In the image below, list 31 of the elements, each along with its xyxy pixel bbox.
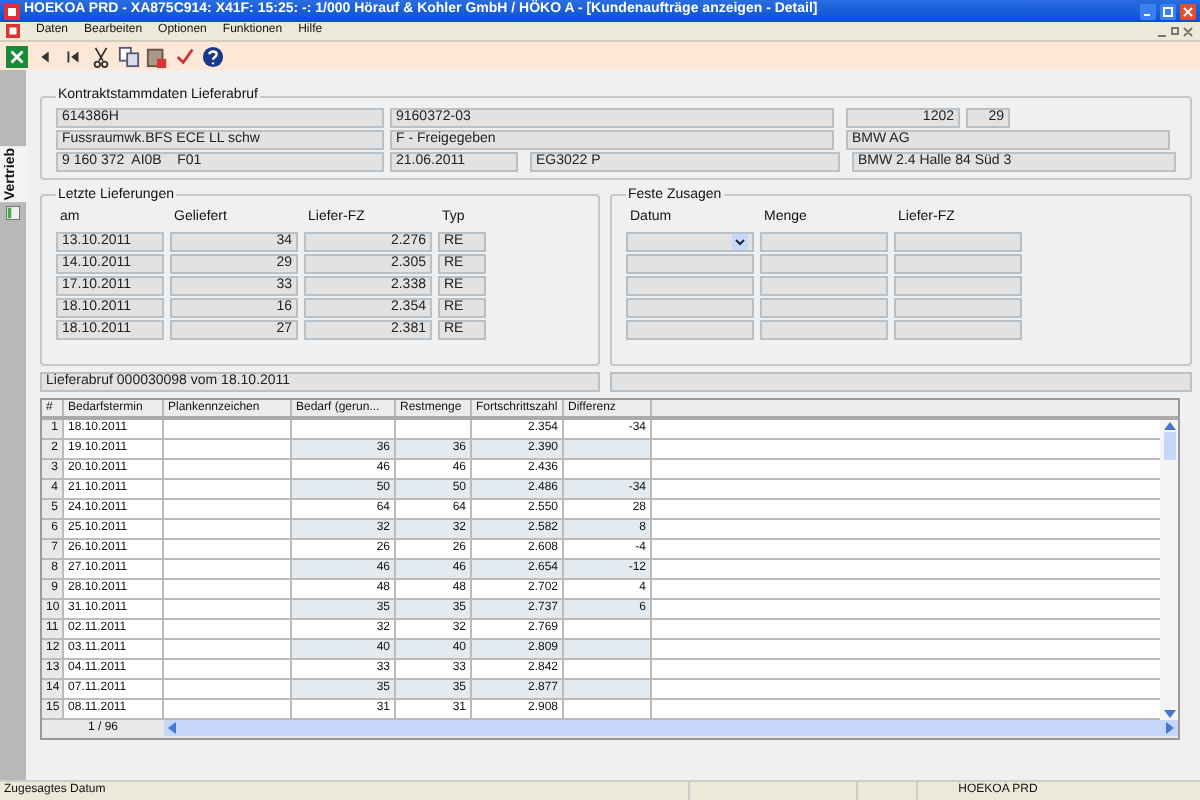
quantity-field[interactable] bbox=[760, 320, 888, 340]
app-menu-icon[interactable] bbox=[6, 24, 20, 38]
close-icon[interactable] bbox=[1180, 3, 1196, 19]
child-window-controls-icon[interactable] bbox=[1158, 25, 1194, 37]
app-icon bbox=[4, 3, 20, 19]
text-field[interactable] bbox=[894, 276, 1022, 296]
exit-icon[interactable] bbox=[6, 45, 28, 67]
copy-icon[interactable] bbox=[118, 45, 140, 67]
date-field[interactable] bbox=[626, 276, 754, 296]
panel-icon[interactable] bbox=[6, 206, 20, 221]
quantity-field[interactable] bbox=[760, 276, 888, 296]
cut-icon[interactable] bbox=[90, 45, 112, 67]
checkmark-icon[interactable] bbox=[174, 45, 196, 67]
dropdown-arrow-icon[interactable] bbox=[732, 234, 748, 250]
horizontal-scrollbar[interactable] bbox=[164, 720, 1178, 736]
date-field[interactable] bbox=[626, 298, 754, 318]
text-field[interactable] bbox=[894, 298, 1022, 318]
maximize-icon[interactable] bbox=[1160, 3, 1176, 19]
date-field[interactable] bbox=[626, 320, 754, 340]
text-field[interactable] bbox=[894, 232, 1022, 252]
quantity-field[interactable] bbox=[760, 254, 888, 274]
text-field[interactable] bbox=[894, 320, 1022, 340]
minimize-icon[interactable] bbox=[1140, 3, 1156, 19]
text-field[interactable] bbox=[894, 254, 1022, 274]
scroll-thumb[interactable] bbox=[1163, 431, 1175, 459]
help-icon[interactable] bbox=[202, 45, 224, 67]
quantity-field[interactable] bbox=[760, 298, 888, 318]
scroll-left-icon[interactable] bbox=[166, 722, 178, 734]
date-field[interactable] bbox=[626, 254, 754, 274]
vertical-scrollbar[interactable] bbox=[1160, 419, 1178, 719]
quantity-field[interactable] bbox=[760, 232, 888, 252]
